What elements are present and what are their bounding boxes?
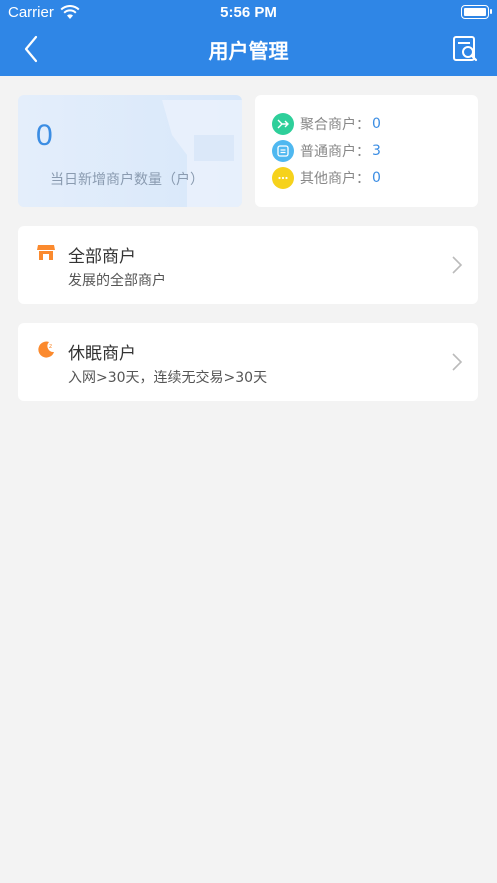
list-item-subtitle: 发展的全部商户 [68,273,166,289]
list-item-title: 休眠商户 [68,344,136,364]
store-watermark-icon [162,100,242,207]
document-search-icon[interactable] [451,34,481,64]
card-icon [272,140,294,162]
status-time: 5:56 PM [220,4,277,21]
merchant-type-value: 0 [372,116,381,132]
battery-icon [461,5,492,19]
merchant-type-value: 3 [372,143,381,159]
merchant-type-label: 其他商户： [300,171,370,187]
merchant-type-label: 普通商户： [300,144,370,160]
list-item-subtitle: 入网>30天，连续无交易>30天 [68,370,268,386]
merchant-type-aggregate: 聚合商户： 0 [272,113,381,135]
page-title: 用户管理 [208,39,289,63]
nav-bar: 用户管理 [0,26,497,76]
svg-text:z: z [49,343,52,350]
chevron-right-icon [452,353,463,371]
merchant-types-card: 聚合商户： 0 普通商户： 3 其他商户： 0 [255,95,478,207]
dormant-merchants-item[interactable]: z 休眠商户 入网>30天，连续无交易>30天 [18,323,478,401]
list-item-title: 全部商户 [68,247,136,267]
chevron-right-icon [452,256,463,274]
merge-icon [272,113,294,135]
more-icon [272,167,294,189]
shop-icon [37,245,55,260]
daily-new-merchants-label: 当日新增商户数量（户） [50,172,204,188]
top-bar: Carrier 5:56 PM 用户管理 [0,0,497,76]
merchant-type-normal: 普通商户： 3 [272,140,381,162]
moon-icon: z [38,341,54,358]
daily-new-merchants-value: 0 [36,119,53,152]
merchant-type-value: 0 [372,170,381,186]
merchant-type-label: 聚合商户： [300,117,370,133]
daily-new-merchants-card: 0 当日新增商户数量（户） [18,95,242,207]
all-merchants-item[interactable]: 全部商户 发展的全部商户 [18,226,478,304]
merchant-type-other: 其他商户： 0 [272,167,381,189]
status-bar: Carrier 5:56 PM [0,0,497,26]
